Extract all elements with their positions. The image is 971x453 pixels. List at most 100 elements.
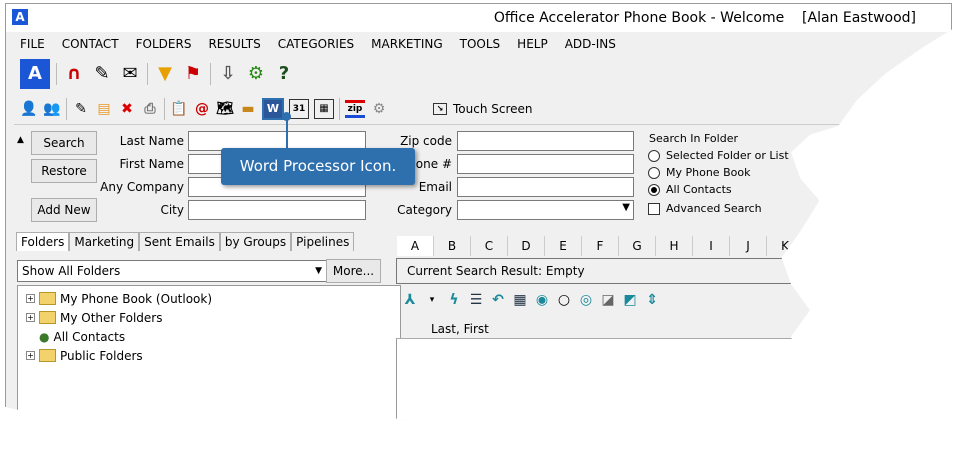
zip-icon[interactable]: zip bbox=[345, 100, 365, 118]
help-icon[interactable]: ? bbox=[273, 63, 295, 85]
tree-item[interactable]: + My Phone Book (Outlook) bbox=[26, 289, 392, 308]
radio-selected-folder[interactable]: Selected Folder or List bbox=[648, 149, 789, 162]
alpha-tab[interactable]: J bbox=[730, 236, 767, 256]
folder-icon[interactable]: ▬ bbox=[239, 100, 257, 118]
search-button[interactable]: Search bbox=[31, 131, 97, 155]
alpha-tab[interactable]: F bbox=[582, 236, 619, 256]
menu-tools[interactable]: TOOLS bbox=[460, 37, 501, 51]
advanced-search-checkbox[interactable]: Advanced Search bbox=[648, 202, 762, 215]
alpha-tab[interactable]: C bbox=[471, 236, 508, 256]
folder-view-select[interactable]: Show All Folders ▼ bbox=[17, 260, 327, 282]
union-icon[interactable]: ○ bbox=[555, 291, 573, 309]
add-new-button[interactable]: Add New bbox=[31, 198, 97, 222]
separator bbox=[147, 63, 148, 85]
lightning-icon[interactable]: ϟ bbox=[445, 291, 463, 309]
any-company-label: Any Company bbox=[100, 180, 184, 194]
zip-input[interactable] bbox=[457, 131, 634, 151]
dropdown-icon[interactable]: ▾ bbox=[423, 291, 441, 309]
alpha-tab[interactable]: E bbox=[545, 236, 582, 256]
tree-item[interactable]: ● All Contacts bbox=[26, 327, 392, 346]
tab-by-groups[interactable]: by Groups bbox=[219, 232, 292, 251]
touch-screen-icon: ↘ bbox=[433, 103, 447, 115]
edit-icon[interactable]: ✎ bbox=[72, 100, 90, 118]
search-result-status: Current Search Result: Empty bbox=[396, 258, 828, 284]
folder-icon bbox=[39, 311, 56, 324]
grid-icon[interactable]: ▦ bbox=[511, 291, 529, 309]
globe-icon: ● bbox=[39, 329, 50, 344]
city-input[interactable] bbox=[188, 200, 366, 220]
touch-screen-button[interactable]: ↘ Touch Screen bbox=[433, 102, 533, 116]
menu-help[interactable]: HELP bbox=[517, 37, 548, 51]
alpha-tab[interactable]: K bbox=[767, 236, 804, 256]
tab-folders[interactable]: Folders bbox=[16, 232, 70, 251]
pencil-icon[interactable]: ✎ bbox=[91, 63, 113, 85]
flag-icon[interactable]: ⚑ bbox=[182, 63, 204, 85]
network-icon[interactable]: ⅄ bbox=[401, 291, 419, 309]
word-processor-icon[interactable]: W bbox=[262, 98, 284, 120]
app-a-icon[interactable]: A bbox=[20, 59, 50, 89]
more-button[interactable]: More... bbox=[326, 259, 381, 283]
list-icon[interactable]: ☰ bbox=[467, 291, 485, 309]
magnet-icon[interactable]: ∩ bbox=[63, 63, 85, 85]
print-icon[interactable]: ⎙ bbox=[141, 100, 159, 118]
note-icon[interactable]: ▤ bbox=[95, 100, 113, 118]
menu-contact[interactable]: CONTACT bbox=[62, 37, 119, 51]
clipboard-icon[interactable]: 📋 bbox=[170, 100, 188, 118]
menu-marketing[interactable]: MARKETING bbox=[371, 37, 443, 51]
gear-icon[interactable]: ⚙ bbox=[245, 63, 267, 85]
email-input[interactable] bbox=[457, 177, 634, 197]
tab-sent-emails[interactable]: Sent Emails bbox=[139, 232, 220, 251]
restore-button[interactable]: Restore bbox=[31, 159, 97, 183]
results-list bbox=[396, 339, 827, 425]
alpha-tab[interactable]: B bbox=[434, 236, 471, 256]
app-logo-icon: A bbox=[12, 9, 28, 25]
menu-categories[interactable]: CATEGORIES bbox=[278, 37, 354, 51]
main-toolbar: A ∩ ✎ ✉ ▼ ⚑ ⇩ ⚙ ? bbox=[20, 59, 295, 89]
email-at-icon[interactable]: @ bbox=[193, 100, 211, 118]
public-folder-icon bbox=[39, 349, 56, 362]
folder-tree: + My Phone Book (Outlook) + My Other Folde… bbox=[17, 285, 401, 425]
left-tabs: Folders Marketing Sent Emails by Groups … bbox=[16, 232, 355, 251]
tree-item[interactable]: + Public Folders bbox=[26, 346, 392, 365]
contact-icon[interactable]: 👤 bbox=[20, 100, 38, 118]
column-header-name[interactable]: Last, First bbox=[396, 320, 861, 339]
radio-all-contacts[interactable]: All Contacts bbox=[648, 183, 732, 196]
search-folder-title: Search In Folder bbox=[649, 132, 738, 145]
separator bbox=[339, 98, 340, 120]
category-label: Category bbox=[397, 203, 452, 217]
sort-icon[interactable]: ⇕ bbox=[643, 291, 661, 309]
radio-my-phone-book[interactable]: My Phone Book bbox=[648, 166, 750, 179]
funnel-icon[interactable]: ▼ bbox=[154, 63, 176, 85]
menu-file[interactable]: FILE bbox=[20, 37, 45, 51]
calendar-day-icon[interactable]: 31 bbox=[289, 99, 309, 119]
envelope-icon[interactable]: ✉ bbox=[119, 63, 141, 85]
chevron-down-icon: ▼ bbox=[622, 202, 630, 213]
intersect-icon[interactable]: ◉ bbox=[533, 291, 551, 309]
collapse-icon[interactable]: ▲ bbox=[17, 135, 24, 145]
undo-icon[interactable]: ↶ bbox=[489, 291, 507, 309]
menu-folders[interactable]: FOLDERS bbox=[136, 37, 192, 51]
subtract-reverse-icon[interactable]: ◩ bbox=[621, 291, 639, 309]
alpha-tab[interactable]: D bbox=[508, 236, 545, 256]
delete-icon[interactable]: ✖ bbox=[118, 100, 136, 118]
import-users-icon[interactable]: ⇩ bbox=[217, 63, 239, 85]
category-select[interactable]: ▼ bbox=[457, 200, 634, 220]
calendar-month-icon[interactable]: ▦ bbox=[314, 99, 334, 119]
separator bbox=[210, 63, 211, 85]
alpha-tab[interactable]: I bbox=[693, 236, 730, 256]
window-title: Office Accelerator Phone Book - Welcome … bbox=[493, 10, 916, 26]
contacts-icon[interactable]: 👥 bbox=[43, 100, 61, 118]
settings-icon[interactable]: ⚙ bbox=[370, 100, 388, 118]
alpha-tab[interactable]: A bbox=[397, 236, 434, 256]
alpha-tab[interactable]: H bbox=[656, 236, 693, 256]
map-icon[interactable]: 🗺 bbox=[216, 100, 234, 118]
subtract-icon[interactable]: ◪ bbox=[599, 291, 617, 309]
menu-results[interactable]: RESULTS bbox=[208, 37, 260, 51]
difference-icon[interactable]: ◎ bbox=[577, 291, 595, 309]
phone-input[interactable] bbox=[457, 154, 634, 174]
tree-item[interactable]: + My Other Folders bbox=[26, 308, 392, 327]
menu-add-ins[interactable]: ADD-INS bbox=[565, 37, 616, 51]
alpha-tab[interactable]: G bbox=[619, 236, 656, 256]
tab-pipelines[interactable]: Pipelines bbox=[291, 232, 355, 251]
tab-marketing[interactable]: Marketing bbox=[69, 232, 140, 251]
